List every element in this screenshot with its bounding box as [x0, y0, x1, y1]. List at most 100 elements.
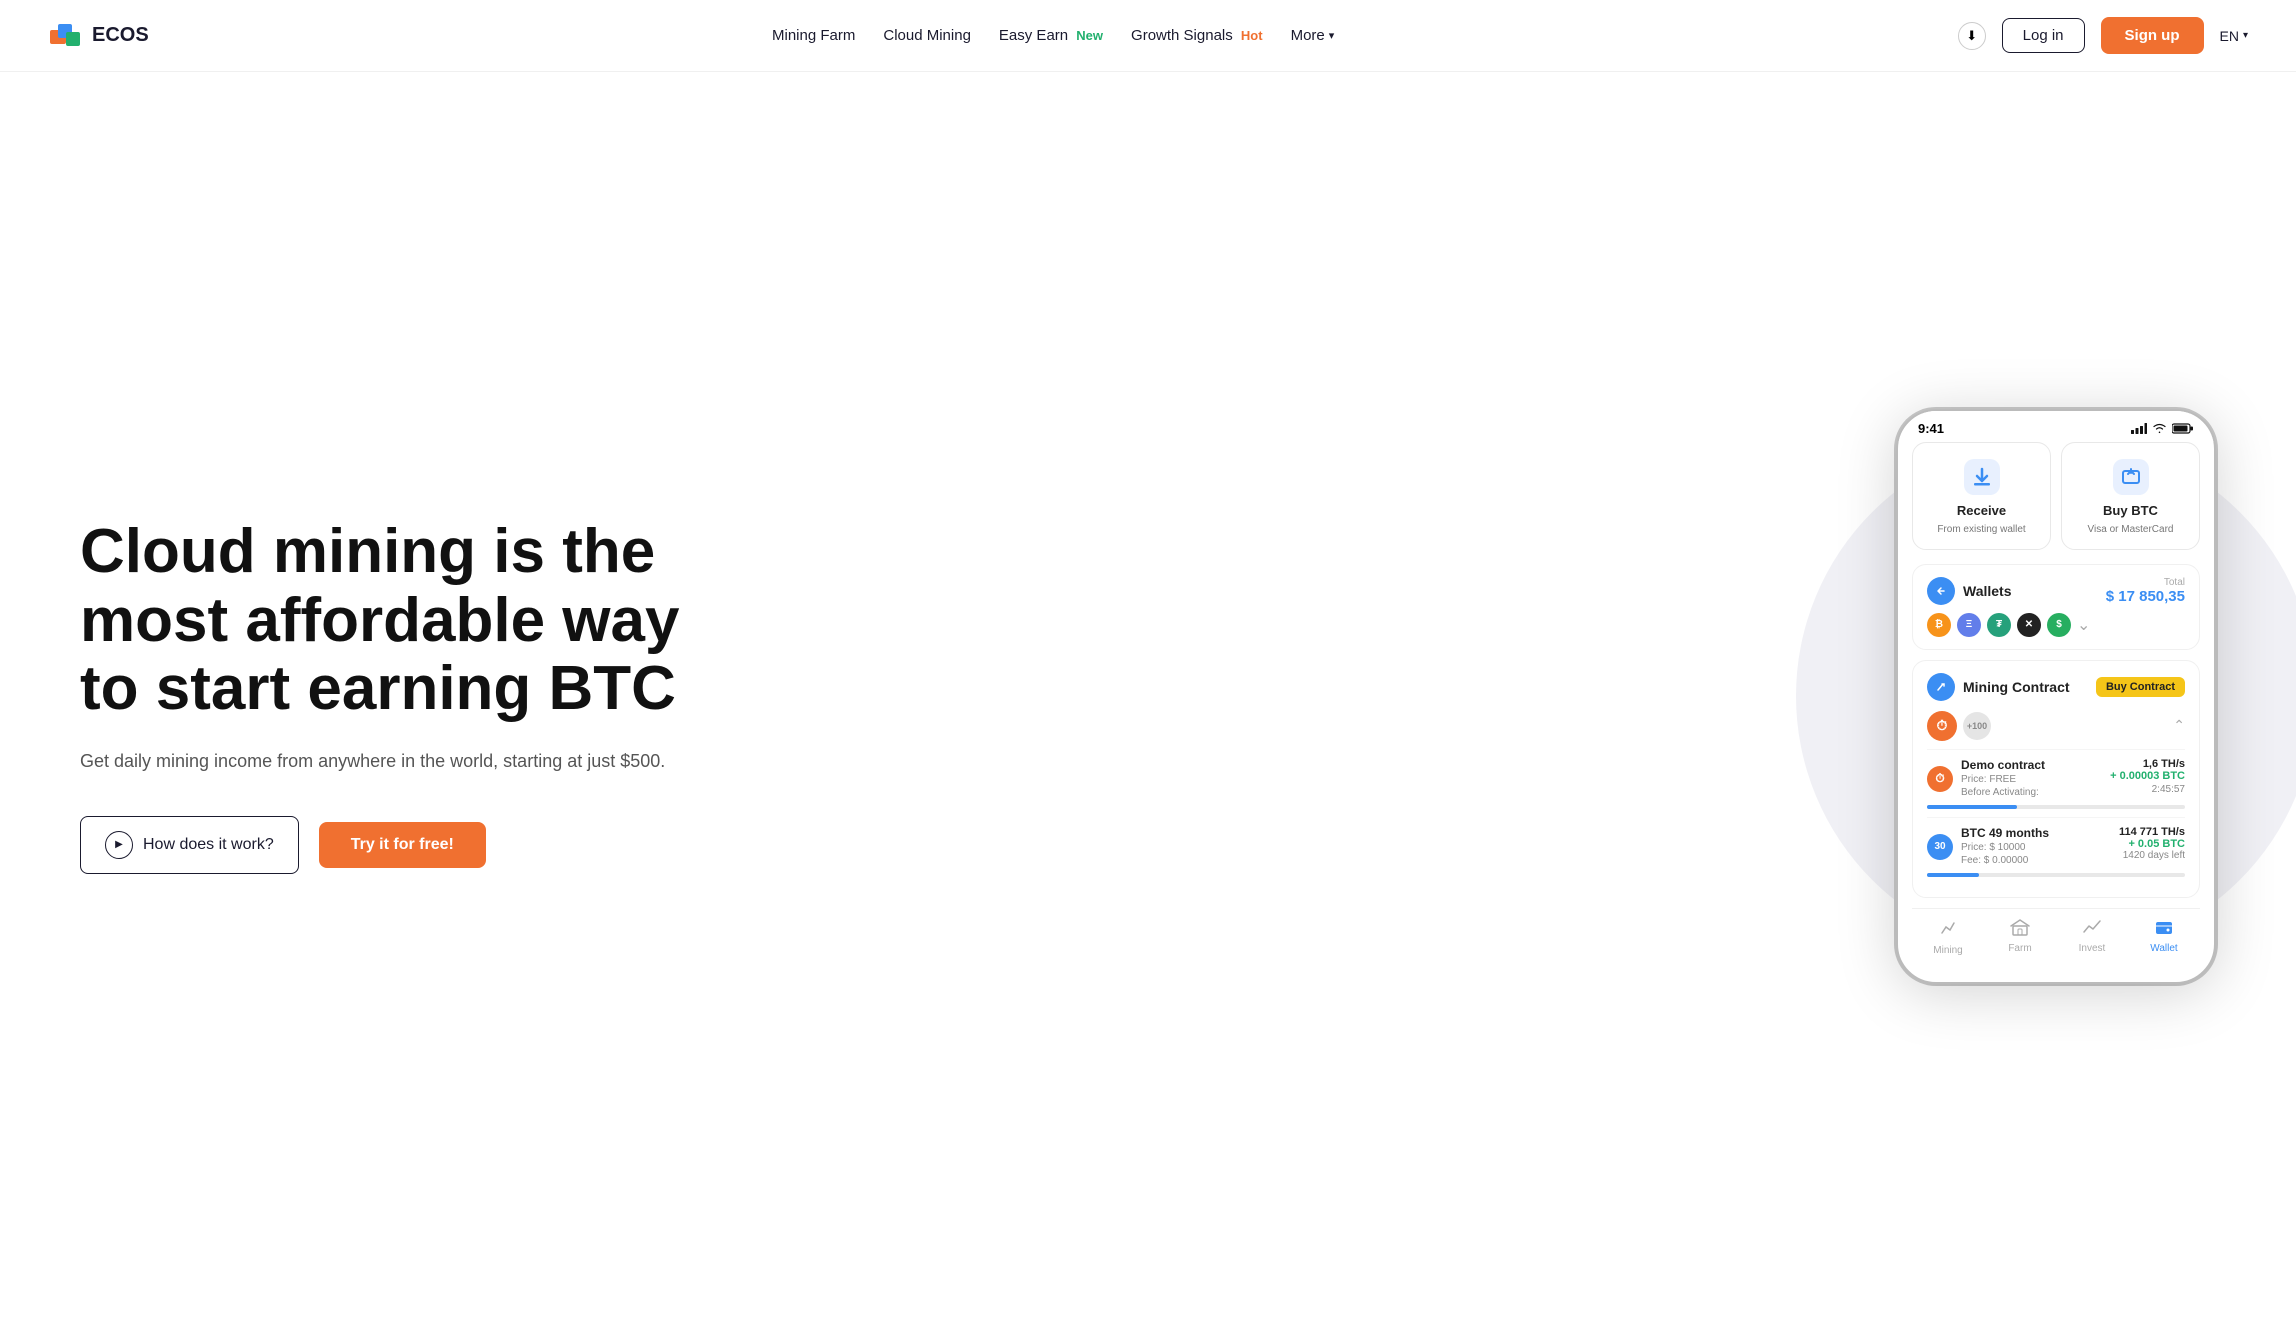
- wallet-nav-icon: [2154, 917, 2174, 940]
- btc-contract-header: 30 BTC 49 months Price: $ 10000 Fee: $ 0…: [1927, 826, 2185, 868]
- battery-icon: [2172, 423, 2194, 434]
- signal-icon: [2131, 423, 2147, 434]
- download-icon[interactable]: ⬇: [1958, 22, 1986, 50]
- brand-name: ECOS: [92, 24, 149, 47]
- mining-section: Mining Contract Buy Contract ⏱ +100 ⌃: [1912, 660, 2200, 898]
- mining-header: Mining Contract Buy Contract: [1927, 673, 2185, 701]
- mining-section-icon: [1927, 673, 1955, 701]
- receive-subtitle: From existing wallet: [1937, 524, 2025, 535]
- phone-nav-invest-label: Invest: [2079, 943, 2106, 954]
- hero-section: Cloud mining is the most affordable way …: [0, 72, 2296, 1320]
- total-label: Total: [2106, 577, 2185, 588]
- coin-btc: ₿: [1927, 613, 1951, 637]
- mining-title: Mining Contract: [1963, 679, 2070, 695]
- nav-more[interactable]: More ▾: [1291, 27, 1335, 44]
- btc-contract-price: Price: $ 10000: [1961, 842, 2049, 853]
- btc-progress-bar: [1927, 873, 2185, 877]
- demo-time: 2:45:57: [2110, 784, 2185, 795]
- nav-mining-farm[interactable]: Mining Farm: [772, 27, 855, 44]
- demo-th: 1,6 TH/s: [2110, 758, 2185, 770]
- demo-contract-icon: ⏱: [1927, 766, 1953, 792]
- logo-icon: [48, 18, 84, 54]
- chevron-down-icon: ▾: [1329, 29, 1335, 42]
- demo-contract-activating: Before Activating:: [1961, 787, 2045, 798]
- nav-right: ⬇ Log in Sign up EN ▾: [1958, 17, 2248, 54]
- hero-buttons: ▶ How does it work? Try it for free!: [80, 816, 680, 874]
- play-icon: ▶: [105, 831, 133, 859]
- btc-contract-row: 30 BTC 49 months Price: $ 10000 Fee: $ 0…: [1927, 817, 2185, 885]
- hero-title: Cloud mining is the most affordable way …: [80, 518, 680, 723]
- coin-xrp: ✕: [2017, 613, 2041, 637]
- buy-btc-subtitle: Visa or MasterCard: [2088, 524, 2174, 535]
- nav-easy-earn[interactable]: Easy Earn New: [999, 27, 1103, 44]
- phone-nav-farm[interactable]: Farm: [1984, 917, 2056, 956]
- navbar: ECOS Mining Farm Cloud Mining Easy Earn …: [0, 0, 2296, 72]
- wallet-coins-row: ₿ Ξ ₮ ✕ $ ⌄: [1927, 613, 2185, 637]
- hero-subtitle: Get daily mining income from anywhere in…: [80, 747, 680, 776]
- logo[interactable]: ECOS: [48, 18, 149, 54]
- phone-nav-mining-label: Mining: [1933, 945, 1962, 956]
- phone-status-icons: [2131, 423, 2194, 434]
- coin-eth: Ξ: [1957, 613, 1981, 637]
- btc-days: 1420 days left: [2119, 850, 2185, 861]
- wallets-section: Wallets Total $ 17 850,35 ₿ Ξ ₮ ✕ $ ⌄: [1912, 564, 2200, 650]
- mining-nav-icon: [1938, 917, 1958, 942]
- contract-count-badge: +100: [1963, 712, 1991, 740]
- demo-contract-price: Price: FREE: [1961, 774, 2045, 785]
- phone-nav-invest[interactable]: Invest: [2056, 917, 2128, 956]
- wallet-title-row: Wallets: [1927, 577, 2012, 605]
- phone-nav-wallet[interactable]: Wallet: [2128, 917, 2200, 956]
- wifi-icon: [2152, 423, 2167, 434]
- buy-btc-icon: [2111, 457, 2151, 497]
- phone-action-cards: Receive From existing wallet Buy BTC: [1912, 442, 2200, 550]
- btc-contract-icon: 30: [1927, 834, 1953, 860]
- wallet-section-icon: [1927, 577, 1955, 605]
- wallet-header: Wallets Total $ 17 850,35: [1927, 577, 2185, 605]
- demo-income: + 0.00003 BTC: [2110, 770, 2185, 782]
- phone-content: Receive From existing wallet Buy BTC: [1898, 442, 2214, 982]
- nav-links: Mining Farm Cloud Mining Easy Earn New G…: [772, 27, 1334, 44]
- buy-contract-button[interactable]: Buy Contract: [2096, 677, 2185, 697]
- mining-title-row: Mining Contract: [1927, 673, 2070, 701]
- phone-nav-farm-label: Farm: [2008, 943, 2031, 954]
- login-button[interactable]: Log in: [2002, 18, 2085, 53]
- btc-contract-name: BTC 49 months: [1961, 826, 2049, 840]
- demo-contract-row: ⏱ Demo contract Price: FREE Before Activ…: [1927, 749, 2185, 817]
- receive-icon: [1962, 457, 2002, 497]
- total-value: $ 17 850,35: [2106, 588, 2185, 605]
- btc-income: + 0.05 BTC: [2119, 838, 2185, 850]
- badge-hot: Hot: [1241, 28, 1263, 43]
- nav-cloud-mining[interactable]: Cloud Mining: [883, 27, 971, 44]
- phone-nav-wallet-label: Wallet: [2150, 943, 2177, 954]
- nav-growth-signals[interactable]: Growth Signals Hot: [1131, 27, 1263, 44]
- lang-chevron-icon: ▾: [2243, 30, 2248, 41]
- demo-contract-header: ⏱ Demo contract Price: FREE Before Activ…: [1927, 758, 2185, 800]
- coin-usdt: ₮: [1987, 613, 2011, 637]
- farm-nav-icon: [2010, 917, 2030, 940]
- demo-contract-name: Demo contract: [1961, 758, 2045, 772]
- invest-nav-icon: [2082, 917, 2102, 940]
- contract-avatar-1: ⏱: [1927, 711, 1957, 741]
- receive-card[interactable]: Receive From existing wallet: [1912, 442, 2051, 550]
- wallet-total: Total $ 17 850,35: [2106, 577, 2185, 605]
- buy-btc-card[interactable]: Buy BTC Visa or MasterCard: [2061, 442, 2200, 550]
- demo-progress-bar: [1927, 805, 2185, 809]
- phone-mockup: 9:41: [1896, 409, 2216, 984]
- btc-th: 114 771 TH/s: [2119, 826, 2185, 838]
- signup-button[interactable]: Sign up: [2101, 17, 2204, 54]
- language-selector[interactable]: EN ▾: [2220, 28, 2248, 44]
- receive-title: Receive: [1957, 503, 2006, 518]
- phone-nav-mining[interactable]: Mining: [1912, 917, 1984, 956]
- contract-avatars-row: ⏱ +100 ⌃: [1927, 711, 2185, 741]
- badge-new: New: [1076, 28, 1103, 43]
- phone-time: 9:41: [1918, 421, 1944, 436]
- chevron-down-wallet[interactable]: ⌄: [2077, 615, 2090, 635]
- hero-right: 9:41: [1896, 409, 2216, 984]
- btc-contract-fee: Fee: $ 0.00000: [1961, 855, 2049, 866]
- chevron-up-mining[interactable]: ⌃: [2173, 717, 2185, 734]
- buy-btc-title: Buy BTC: [2103, 503, 2158, 518]
- try-free-button[interactable]: Try it for free!: [319, 822, 486, 868]
- coin-usd: $: [2047, 613, 2071, 637]
- phone-bottom-nav: Mining Farm: [1912, 908, 2200, 968]
- how-it-works-button[interactable]: ▶ How does it work?: [80, 816, 299, 874]
